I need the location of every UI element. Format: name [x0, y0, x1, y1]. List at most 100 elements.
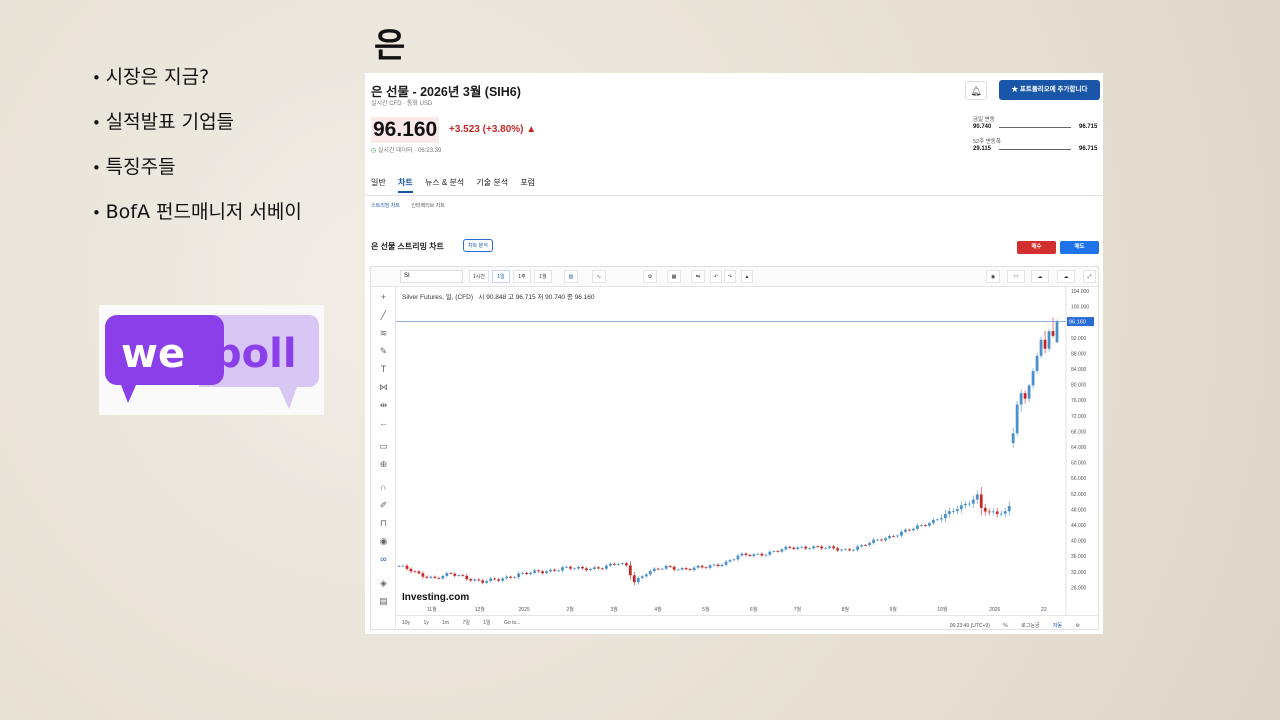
undo-icon[interactable]: ↶	[710, 270, 722, 283]
interval-1m-button[interactable]: 1월	[534, 270, 552, 283]
chart-analysis-button[interactable]: 차트 분석	[463, 239, 493, 252]
pencil-lock-icon[interactable]: ✐	[377, 499, 390, 512]
range-1m[interactable]: 1m	[436, 617, 455, 629]
subtab-streaming[interactable]: 스트리밍 차트	[371, 203, 400, 209]
alert-icon[interactable]: ▲	[741, 270, 753, 283]
cloud-save-icon[interactable]: ☁	[1057, 270, 1075, 283]
fullscreen-icon[interactable]: ⤢	[1083, 270, 1096, 283]
candle-body	[1015, 404, 1019, 434]
candle-body	[716, 564, 720, 567]
candle-body	[573, 568, 576, 570]
candle-body	[688, 569, 692, 571]
interval-1h-button[interactable]: 1시간	[469, 270, 489, 283]
range-10y[interactable]: 10y	[396, 617, 416, 629]
candles	[397, 317, 1059, 586]
subtab-interactive[interactable]: 인터랙티브 차트	[411, 203, 445, 209]
text-icon[interactable]: T	[377, 363, 390, 376]
buy-button[interactable]: 매수	[1017, 241, 1056, 254]
candle-body	[521, 572, 525, 574]
link-icon[interactable]: ∞	[377, 553, 390, 566]
candle-body	[880, 539, 883, 541]
tab-forum[interactable]: 포럼	[520, 178, 535, 187]
percent-toggle[interactable]: %	[997, 620, 1013, 632]
day-range-bar	[999, 127, 1071, 128]
candle-body	[577, 566, 580, 569]
camera-icon[interactable]: ◉	[986, 270, 1000, 283]
brush-icon[interactable]: ✎	[377, 345, 390, 358]
interval-1d-button[interactable]: 1일	[492, 270, 510, 283]
candle-body	[999, 513, 1003, 515]
bell-icon: 🔔︎	[970, 86, 982, 96]
settings-icon[interactable]: ⚙	[643, 270, 657, 283]
measure-icon[interactable]: ⇹	[377, 399, 390, 412]
current-price-label: 96.160	[1069, 320, 1086, 326]
candle-body	[441, 575, 445, 579]
candles-icon[interactable]: ▥	[564, 270, 578, 283]
candle-body	[939, 518, 943, 520]
eye-icon[interactable]: ◉	[377, 535, 390, 548]
candle-body	[712, 564, 716, 566]
sell-button[interactable]: 매도	[1060, 241, 1099, 254]
tab-chart[interactable]: 차트	[397, 178, 413, 193]
add-portfolio-button[interactable]: ★ 포트폴리오에 추가합니다	[999, 80, 1100, 100]
log-scale-toggle[interactable]: 로그눈금	[1015, 619, 1045, 632]
goto-button[interactable]: Go to...	[498, 617, 526, 629]
candle-body	[904, 529, 907, 532]
fib-icon[interactable]: ≋	[377, 327, 390, 340]
candle-body	[764, 554, 768, 556]
candle-body	[736, 555, 740, 560]
range-1y[interactable]: 1y	[417, 617, 434, 629]
zoom-icon[interactable]: ⊕	[377, 458, 390, 471]
cloud-load-icon[interactable]: ☁	[1031, 270, 1049, 283]
logo-poll-text: poll	[213, 331, 297, 377]
candle-body	[900, 531, 903, 536]
wepoll-logo: we poll	[99, 305, 324, 415]
candle-body	[505, 576, 509, 579]
crosshair-icon[interactable]: +	[377, 291, 390, 304]
candle-body	[908, 529, 911, 531]
candle-body	[1011, 433, 1015, 444]
candle-body	[501, 578, 505, 581]
tab-general[interactable]: 일반	[371, 178, 386, 187]
stream-chart-title: 은 선물 스트리밍 차트	[371, 242, 444, 251]
gear-icon[interactable]: ⚙	[1070, 620, 1086, 632]
symbol-input[interactable]: SI	[400, 270, 463, 283]
candle-body	[955, 509, 959, 511]
chart-toolbar: SI 1시간 1일 1주 1월 ▥ ∿ ⚙ ▦ ⇆ ↶ ↷ ▲ ◉ □ ☁ ☁ …	[371, 267, 1098, 287]
template-icon[interactable]: ▦	[667, 270, 681, 283]
auto-scale-toggle[interactable]: 자동	[1047, 619, 1068, 632]
redo-icon[interactable]: ↷	[724, 270, 736, 283]
tab-news[interactable]: 뉴스 & 분석	[425, 178, 464, 187]
price-chart: 104.000 100.000 92.000 88.000 84.000 80.000 76…	[396, 287, 1094, 615]
back-arrow-icon[interactable]: ←	[377, 417, 390, 430]
interval-1w-button[interactable]: 1주	[513, 270, 531, 283]
price-change: +3.523 (+3.80%) ▲	[449, 124, 537, 135]
candle-body	[652, 568, 656, 572]
candle-body	[748, 555, 752, 557]
y-tick-label: 68.000	[1071, 429, 1087, 435]
tab-technical[interactable]: 기술 분석	[476, 178, 508, 187]
candle-body	[959, 505, 963, 510]
candle-body	[561, 567, 564, 571]
compare-icon[interactable]: ∿	[592, 270, 606, 283]
range-1d[interactable]: 1일	[477, 616, 496, 629]
candle-body	[979, 494, 983, 508]
alert-bell-button[interactable]: 🔔︎	[965, 81, 987, 100]
candle-body	[616, 563, 620, 565]
candle-body	[756, 553, 760, 555]
range-7d[interactable]: 7일	[456, 616, 475, 629]
trendline-icon[interactable]: ╱	[377, 309, 390, 322]
replay-icon[interactable]: ⇆	[691, 270, 705, 283]
candle-body	[931, 519, 935, 524]
layout-icon[interactable]: □	[1007, 270, 1025, 283]
day-range-label: 금일 변동	[973, 117, 995, 123]
trash-icon[interactable]: ▤	[377, 595, 390, 608]
ruler-icon[interactable]: ▭	[377, 440, 390, 453]
candle-body	[465, 575, 469, 580]
magnet-icon[interactable]: ∩	[377, 481, 390, 494]
layers-icon[interactable]: ◈	[377, 577, 390, 590]
candle-body	[668, 565, 672, 567]
lock-icon[interactable]: ⊓	[377, 517, 390, 530]
candle-body	[1055, 321, 1059, 343]
pattern-icon[interactable]: ⋈	[377, 381, 390, 394]
